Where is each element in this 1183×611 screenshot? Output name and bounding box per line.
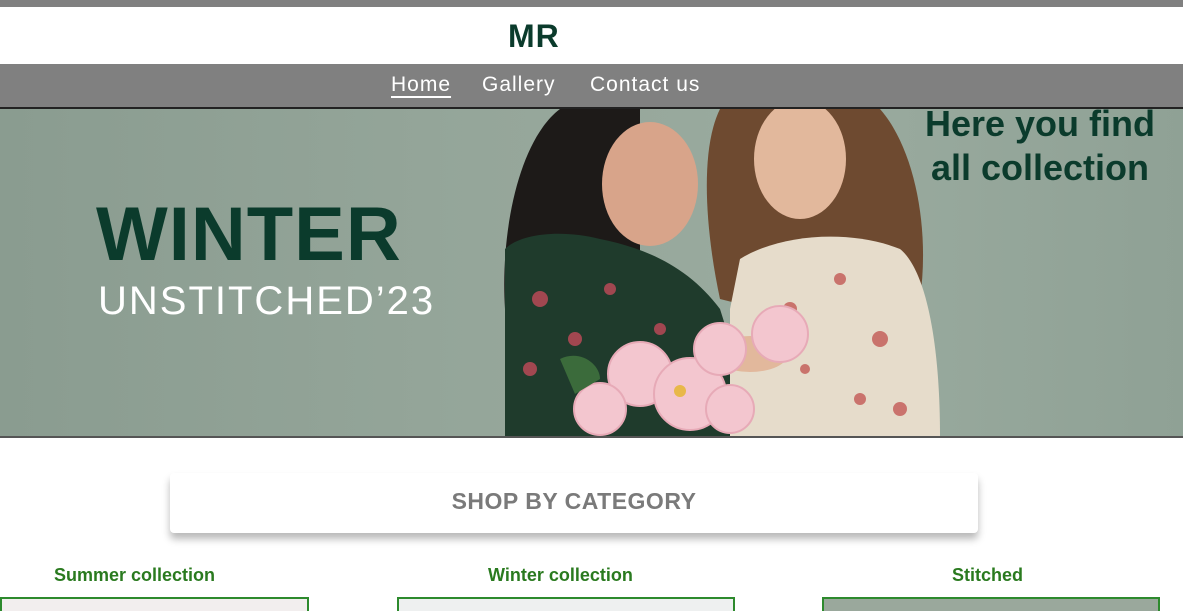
nav-bar: Home Gallery Contact us [0,64,1183,109]
brand-logo[interactable]: MR [508,18,560,55]
hero-banner: WINTER UNSTITCHED’23 Here you find all c… [0,109,1183,438]
hero-tagline: Here you find all collection [900,109,1180,190]
hero-subheadline: UNSTITCHED’23 [98,279,436,323]
category-summer-label[interactable]: Summer collection [54,565,215,586]
nav-home-link[interactable]: Home [391,73,451,97]
category-stitched-label[interactable]: Stitched [952,565,1023,586]
hero-tagline-line1: Here you find [924,109,1156,144]
hero-headline: WINTER [96,192,402,277]
shop-by-category-card: SHOP BY CATEGORY [170,473,978,533]
top-accent-bar [0,0,1183,7]
category-winter-label[interactable]: Winter collection [488,565,633,586]
nav-gallery-link[interactable]: Gallery [482,73,556,97]
header: MR [0,7,1183,64]
nav-contact-link[interactable]: Contact us [590,73,700,97]
section-title: SHOP BY CATEGORY [451,488,697,514]
hero-tagline-line2: all collection [930,147,1150,188]
